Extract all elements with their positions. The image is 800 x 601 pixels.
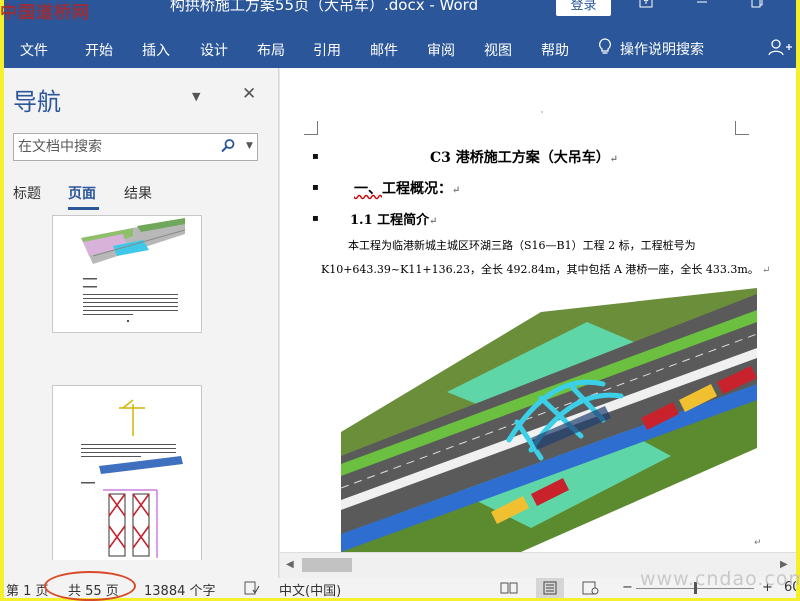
web-layout-icon[interactable] — [582, 581, 600, 598]
restore-icon[interactable] — [747, 0, 767, 14]
heading-1: 一、工程概况：↵ — [354, 178, 460, 198]
tab-insert[interactable]: 插入 — [142, 40, 170, 60]
print-layout-icon[interactable] — [536, 578, 564, 598]
page-thumbnail[interactable] — [52, 385, 202, 560]
ribbon-tabs: 文件 开始 插入 设计 布局 引用 邮件 审阅 视图 帮助 操作说明搜索 — [4, 28, 796, 68]
paragraph-mark: ↵ — [754, 538, 762, 548]
paragraph-mark: ↵ — [609, 154, 619, 165]
document-title-text: C3 港桥施工方案（大吊车） — [430, 150, 610, 166]
crop-mark — [304, 121, 318, 135]
tab-review[interactable]: 审阅 — [427, 40, 455, 60]
tab-design[interactable]: 设计 — [200, 40, 228, 60]
minimize-icon[interactable] — [692, 0, 712, 14]
highlight-circle-annotation — [44, 571, 136, 601]
tab-view[interactable]: 视图 — [484, 40, 512, 60]
tab-help[interactable]: 帮助 — [541, 40, 569, 60]
word-count[interactable]: 13884 个字 — [144, 580, 216, 598]
tell-me-label: 操作说明搜索 — [620, 42, 704, 58]
document-title: C3 港桥施工方案（大吊车）↵ — [430, 147, 618, 167]
paragraph-mark: ↵ — [429, 216, 438, 227]
window-title: 构拱桥施工方案55页（大吊车）.docx - Word — [169, 0, 479, 14]
site-watermark: 中国道桥网 — [0, 3, 90, 23]
language-indicator[interactable]: 中文(中国) — [279, 580, 341, 598]
tab-headings[interactable]: 标题 — [13, 183, 41, 203]
share-icon[interactable] — [768, 38, 792, 60]
tab-mailings[interactable]: 邮件 — [370, 40, 398, 60]
list-bullet: ▪ — [312, 151, 319, 162]
title-bar: 构拱桥施工方案55页（大吊车）.docx - Word 登录 — [4, 0, 796, 28]
paragraph-mark: ↵ — [452, 185, 461, 196]
bridge-rendering-image — [341, 288, 757, 552]
url-watermark: www.cndao.com — [640, 568, 800, 590]
document-area[interactable]: ' ▪ C3 港桥施工方案（大吊车）↵ ▪ 一、工程概况：↵ ▪ 1.1 工程简… — [280, 68, 796, 578]
tab-references[interactable]: 引用 — [313, 40, 341, 60]
word-window: 构拱桥施工方案55页（大吊车）.docx - Word 登录 文件 开始 插入 … — [4, 0, 796, 598]
read-mode-icon[interactable] — [500, 581, 518, 598]
page-indicator[interactable]: 第 1 页 — [6, 580, 49, 598]
list-bullet: ▪ — [312, 213, 319, 224]
navigation-pane: 导航 ▼ ✕ ▼ 标题 页面 结果 — [4, 68, 279, 578]
ribbon-display-icon[interactable] — [636, 0, 656, 14]
tab-home[interactable]: 开始 — [85, 40, 113, 60]
active-tab-indicator — [68, 207, 99, 210]
heading-2-text: 1.1 工程简介 — [350, 213, 430, 228]
list-bullet: ▪ — [312, 182, 319, 193]
heading-1-text: 工程概况： — [382, 181, 452, 197]
paragraph-line-text: K10+643.39~K11+136.23，全长 492.84m，其中包括 A … — [321, 263, 759, 276]
paragraph-line: K10+643.39~K11+136.23，全长 492.84m，其中包括 A … — [321, 261, 770, 277]
proofing-icon[interactable] — [244, 581, 260, 598]
zoom-out-icon[interactable]: − — [622, 580, 633, 595]
tab-layout[interactable]: 布局 — [257, 40, 285, 60]
close-icon[interactable]: ✕ — [242, 84, 256, 104]
crop-mark — [735, 121, 749, 135]
navigation-title: 导航 — [13, 88, 61, 116]
paragraph-mark: ↵ — [758, 265, 771, 276]
search-input[interactable] — [14, 134, 214, 160]
heading-2: 1.1 工程简介↵ — [350, 209, 438, 228]
login-button[interactable]: 登录 — [556, 0, 611, 16]
search-icon[interactable] — [220, 138, 236, 158]
lightbulb-icon — [598, 38, 612, 60]
page-thumbnails: 21 — [4, 215, 279, 560]
tell-me-search[interactable]: 操作说明搜索 — [598, 38, 704, 60]
search-box[interactable]: ▼ — [13, 133, 258, 161]
scroll-left-icon[interactable]: ◀ — [286, 559, 294, 570]
paragraph-line: 本工程为临港新城主城区环湖三路（S16—B1）工程 2 标，工程桩号为 — [348, 239, 696, 252]
paragraph-mark: ' — [541, 110, 544, 119]
heading-1-number: 一、 — [354, 181, 382, 197]
tab-results[interactable]: 结果 — [124, 183, 152, 203]
page-thumbnail[interactable] — [52, 215, 202, 333]
scrollbar-thumb[interactable] — [302, 558, 352, 572]
search-options-icon[interactable]: ▼ — [246, 141, 253, 151]
document-page[interactable]: ' ▪ C3 港桥施工方案（大吊车）↵ ▪ 一、工程概况：↵ ▪ 1.1 工程简… — [280, 68, 796, 552]
tab-pages[interactable]: 页面 — [68, 183, 96, 203]
pane-options-icon[interactable]: ▼ — [192, 90, 200, 103]
tab-file[interactable]: 文件 — [20, 40, 48, 60]
